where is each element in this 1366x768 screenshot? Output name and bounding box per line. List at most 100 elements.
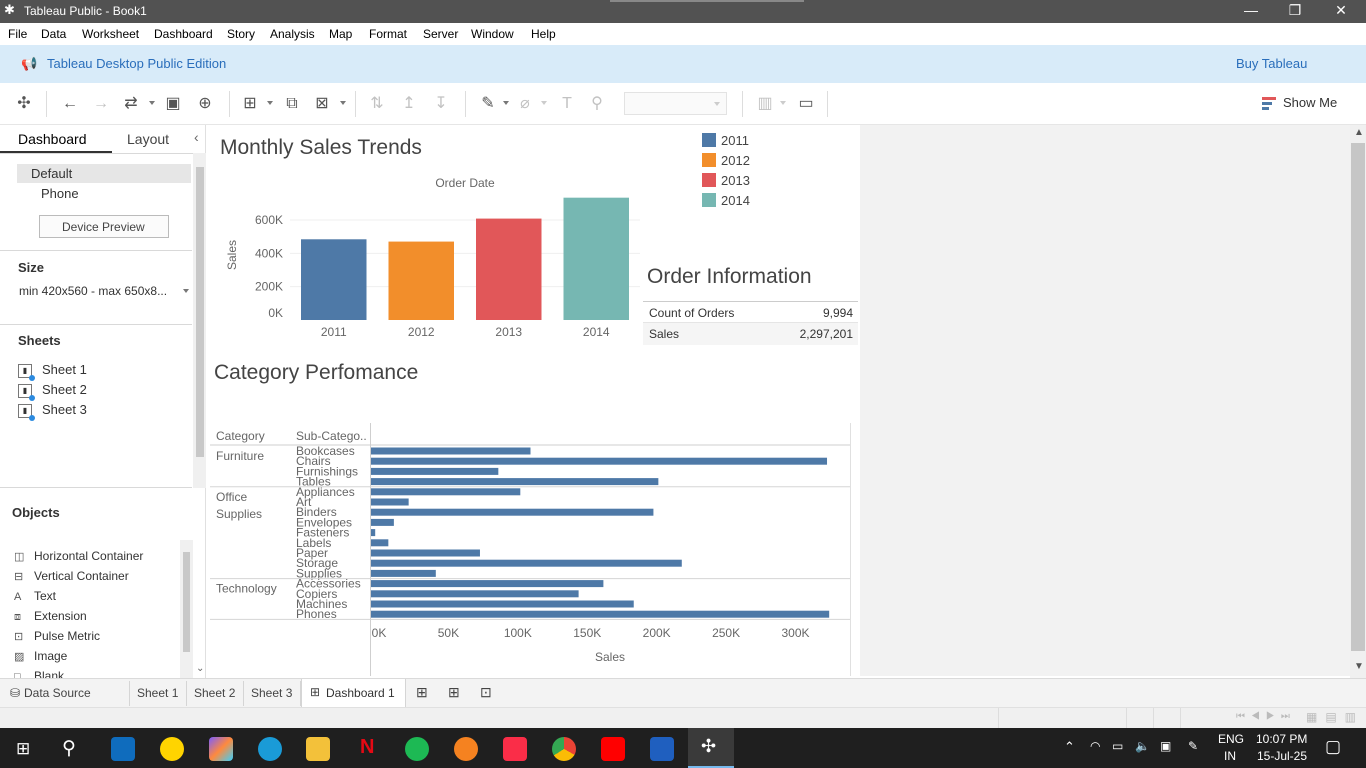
menu-file[interactable]: File xyxy=(8,27,27,41)
menu-map[interactable]: Map xyxy=(329,27,352,41)
sheets-scrollbar[interactable] xyxy=(193,153,206,488)
scroll-down-icon[interactable]: ▼ xyxy=(1354,661,1364,672)
sheet-item[interactable]: ▮ Sheet 1 xyxy=(18,362,87,381)
spotify-icon[interactable] xyxy=(405,737,429,761)
tab-sheet-1[interactable]: Sheet 1 xyxy=(137,686,178,700)
duplicate-icon[interactable]: ⧉ xyxy=(282,95,302,113)
new-worksheet-icon[interactable]: ⊞ xyxy=(416,684,428,701)
crunchyroll-icon[interactable] xyxy=(454,737,478,761)
presentation-mode-icon[interactable]: ▭ xyxy=(796,95,816,113)
windows-start-icon[interactable]: ⊞ xyxy=(16,739,30,759)
close-button[interactable]: ✕ xyxy=(1318,0,1364,23)
new-worksheet-icon[interactable]: ⊞ xyxy=(240,95,260,113)
sort-ascending-icon[interactable]: ↥ xyxy=(399,95,419,113)
save-icon[interactable]: ▣ xyxy=(163,95,183,113)
swap-icon[interactable]: ⇅ xyxy=(367,95,387,113)
menu-story[interactable]: Story xyxy=(227,27,255,41)
clear-sheet-icon[interactable]: ⊠ xyxy=(312,95,332,113)
fit-dropdown[interactable] xyxy=(624,92,727,115)
sheet-navigation-icons[interactable]: ⏮◀▶⏭ xyxy=(1236,711,1296,722)
chrome-icon[interactable] xyxy=(552,737,576,761)
table-row[interactable]: Sales 2,297,201 xyxy=(643,323,858,345)
category-performance-chart[interactable]: Category Sub-Catego..Furniture BookcasesCh… xyxy=(210,423,855,676)
show-me-icon[interactable] xyxy=(1262,96,1276,110)
tab-layout[interactable]: Layout xyxy=(127,131,169,147)
new-dashboard-icon[interactable]: ⊞ xyxy=(448,684,460,701)
pen-icon[interactable]: ✎ xyxy=(1188,739,1198,753)
snapchat-icon[interactable] xyxy=(160,737,184,761)
search-icon[interactable]: ⚲ xyxy=(62,737,76,760)
tab-sheet-2[interactable]: Sheet 2 xyxy=(194,686,235,700)
apple-music-icon[interactable] xyxy=(503,737,527,761)
group-icon[interactable]: ⌀ xyxy=(515,95,535,113)
battery-icon[interactable]: ▭ xyxy=(1112,739,1123,753)
language-indicator[interactable]: ENG xyxy=(1218,732,1244,746)
device-phone[interactable]: Phone xyxy=(41,186,79,201)
tab-dashboard[interactable]: Dashboard xyxy=(18,131,87,147)
youtube-icon[interactable] xyxy=(601,737,625,761)
tableau-taskbar-button[interactable]: ✣ xyxy=(688,728,734,768)
tab-dashboard-1[interactable]: ⊞ Dashboard 1 xyxy=(301,679,406,708)
chevron-down-icon[interactable] xyxy=(149,101,155,105)
object-vertical-container[interactable]: ⊟ Vertical Container xyxy=(14,569,129,583)
undo-icon[interactable]: ← xyxy=(60,95,80,113)
device-preview-button[interactable]: Device Preview xyxy=(39,215,169,238)
clock-date[interactable]: 15-Jul-25 xyxy=(1257,749,1307,763)
tab-data-source[interactable]: Data Source xyxy=(24,686,91,700)
sort-descending-icon[interactable]: ↧ xyxy=(431,95,451,113)
monthly-sales-chart[interactable]: Order Date Sales 0K 200K 400K 600K 2011 2012 201… xyxy=(210,170,640,345)
canvas-scrollbar[interactable]: ▲ ▼ xyxy=(1350,125,1366,678)
replay-icon[interactable]: ⇄ xyxy=(121,95,141,113)
pin-icon[interactable]: ⚲ xyxy=(587,95,607,113)
object-pulse-metric[interactable]: ⊡ Pulse Metric xyxy=(14,629,100,643)
notification-icon[interactable]: ▢ xyxy=(1325,737,1341,757)
chevron-down-icon[interactable] xyxy=(340,101,346,105)
menu-format[interactable]: Format xyxy=(369,27,407,41)
sheet-item[interactable]: ▮ Sheet 3 xyxy=(18,402,87,421)
collapse-pane-icon[interactable]: ‹ xyxy=(194,129,199,145)
chevron-down-icon[interactable] xyxy=(183,289,189,293)
chevron-down-icon[interactable] xyxy=(503,101,509,105)
chevron-down-icon[interactable] xyxy=(541,101,547,105)
buy-tableau-link[interactable]: Buy Tableau xyxy=(1236,56,1307,71)
tableau-logo-icon[interactable]: ✣ xyxy=(14,95,34,113)
table-row[interactable]: Count of Orders 9,994 xyxy=(643,302,858,323)
edge-icon[interactable] xyxy=(258,737,282,761)
objects-scrollbar[interactable] xyxy=(180,540,193,678)
redo-icon[interactable]: → xyxy=(91,95,111,113)
sheet-item[interactable]: ▮ Sheet 2 xyxy=(18,382,87,401)
clock-time[interactable]: 10:07 PM xyxy=(1256,732,1307,746)
object-extension[interactable]: ⧈ Extension xyxy=(14,609,87,624)
size-dropdown[interactable]: min 420x560 - max 650x8... xyxy=(19,284,167,298)
netflix-icon[interactable]: N xyxy=(360,736,374,759)
scrollbar-thumb[interactable] xyxy=(183,552,190,652)
wifi-icon[interactable]: ◠ xyxy=(1090,739,1100,753)
menu-data[interactable]: Data xyxy=(41,27,66,41)
volume-icon[interactable]: 🔈 xyxy=(1135,739,1150,753)
object-blank[interactable]: □ Blank xyxy=(14,669,64,678)
scrollbar-thumb[interactable] xyxy=(196,167,204,457)
copilot-icon[interactable] xyxy=(209,737,233,761)
maximize-button[interactable]: ❐ xyxy=(1272,0,1318,23)
object-horizontal-container[interactable]: ◫ Horizontal Container xyxy=(14,549,143,563)
chevron-down-icon[interactable] xyxy=(267,101,273,105)
device-default[interactable]: Default xyxy=(31,166,72,181)
menu-worksheet[interactable]: Worksheet xyxy=(82,27,139,41)
outlook-icon[interactable] xyxy=(111,737,135,761)
network-icon[interactable]: ▣ xyxy=(1160,739,1171,753)
menu-server[interactable]: Server xyxy=(423,27,458,41)
tab-sheet-3[interactable]: Sheet 3 xyxy=(251,686,292,700)
labels-icon[interactable]: T xyxy=(557,95,577,113)
scroll-up-icon[interactable]: ▲ xyxy=(1354,127,1364,138)
show-me-button[interactable]: Show Me xyxy=(1283,95,1337,110)
view-mode-icons[interactable]: ▦▤▥ xyxy=(1306,710,1364,724)
menu-dashboard[interactable]: Dashboard xyxy=(154,27,213,41)
menu-analysis[interactable]: Analysis xyxy=(270,27,315,41)
fit-icon[interactable]: ▥ xyxy=(755,95,775,113)
object-text[interactable]: A Text xyxy=(14,589,56,603)
object-image[interactable]: ▨ Image xyxy=(14,649,67,663)
highlight-icon[interactable]: ✎ xyxy=(478,95,498,113)
scroll-down-icon[interactable]: ⌄ xyxy=(196,663,204,674)
pinned-app-icon[interactable] xyxy=(650,737,674,761)
new-data-source-icon[interactable]: ⊕ xyxy=(195,95,215,113)
